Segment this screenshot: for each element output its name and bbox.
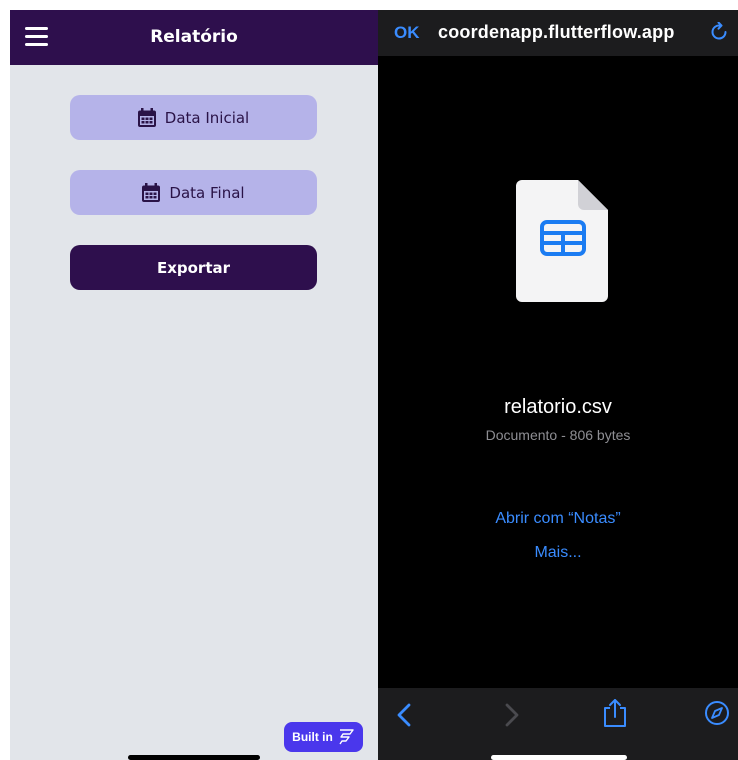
- file-name: relatorio.csv: [504, 396, 612, 418]
- export-button[interactable]: Exportar: [70, 245, 317, 290]
- share-icon[interactable]: [602, 698, 628, 728]
- url-label: coordenapp.flutterflow.app: [438, 22, 675, 42]
- ok-button[interactable]: OK: [394, 23, 420, 43]
- spreadsheet-file-icon: [516, 180, 608, 302]
- export-label: Exportar: [156, 258, 231, 277]
- forward-chevron-icon[interactable]: [504, 702, 520, 728]
- start-date-label: Data Inicial: [164, 108, 250, 127]
- page-title: Relatório: [150, 27, 238, 47]
- open-with-notes-link[interactable]: Abrir com “Notas”: [378, 510, 738, 528]
- home-indicator: [491, 755, 627, 760]
- more-options-link[interactable]: Mais...: [378, 544, 738, 562]
- bottom-toolbar: [378, 688, 738, 760]
- browser-header: OK coordenapp.flutterflow.app: [378, 10, 738, 56]
- calendar-icon: [137, 108, 156, 127]
- flutterflow-app-screen: Relatório Data Inicial Data Final Export…: [10, 10, 378, 760]
- end-date-button[interactable]: Data Final: [70, 170, 317, 215]
- built-in-flutterflow-badge[interactable]: Built in: [284, 722, 363, 752]
- file-preview-screen: OK coordenapp.flutterflow.app relatorio.…: [378, 10, 738, 760]
- badge-label: Built in: [292, 730, 333, 744]
- home-indicator: [128, 755, 260, 760]
- calendar-icon: [142, 183, 161, 202]
- file-meta: Documento - 806 bytes: [485, 427, 631, 443]
- compass-icon[interactable]: [704, 700, 730, 726]
- flutterflow-logo-icon: [339, 729, 354, 745]
- reload-icon[interactable]: [710, 22, 730, 44]
- end-date-label: Data Final: [169, 183, 245, 202]
- back-chevron-icon[interactable]: [396, 702, 412, 728]
- app-header: Relatório: [10, 10, 378, 65]
- start-date-button[interactable]: Data Inicial: [70, 95, 317, 140]
